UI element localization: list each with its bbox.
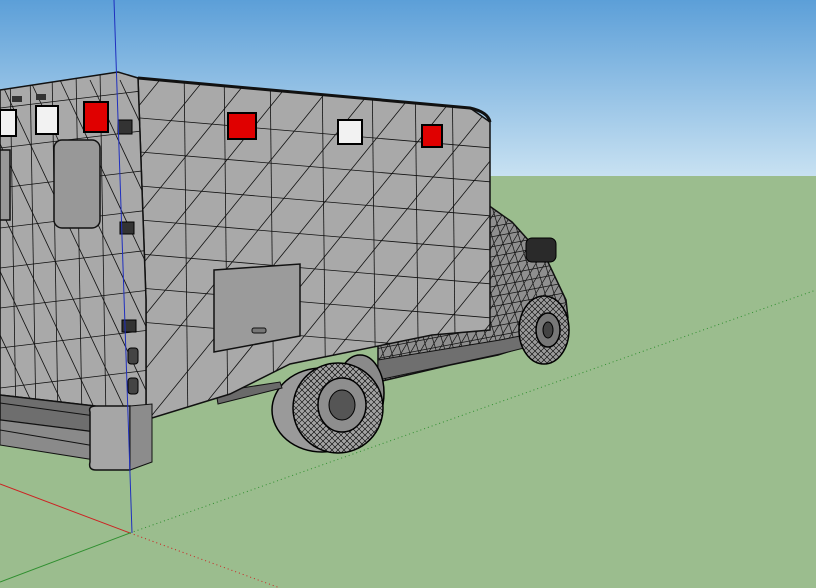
side-light-white — [337, 119, 363, 145]
side-light-red-2 — [421, 124, 443, 148]
side-light-red-1 — [227, 112, 257, 140]
rear-light-white-1 — [0, 109, 17, 137]
rear-door-window — [53, 139, 101, 229]
compartment-door[interactable] — [213, 263, 301, 353]
scene-canvas[interactable] — [0, 0, 816, 588]
rear-light-white-2 — [35, 105, 59, 135]
tail-light-2 — [127, 377, 139, 395]
rear-light-red — [83, 101, 109, 133]
door-hinge-top — [117, 119, 133, 135]
tail-light-1 — [127, 347, 139, 365]
rear-bumper-post — [88, 405, 131, 471]
side-mirror — [525, 237, 557, 263]
sketchup-3d-viewport[interactable] — [0, 0, 816, 588]
door-handle — [251, 327, 267, 334]
door-hinge-bottom — [121, 319, 137, 333]
